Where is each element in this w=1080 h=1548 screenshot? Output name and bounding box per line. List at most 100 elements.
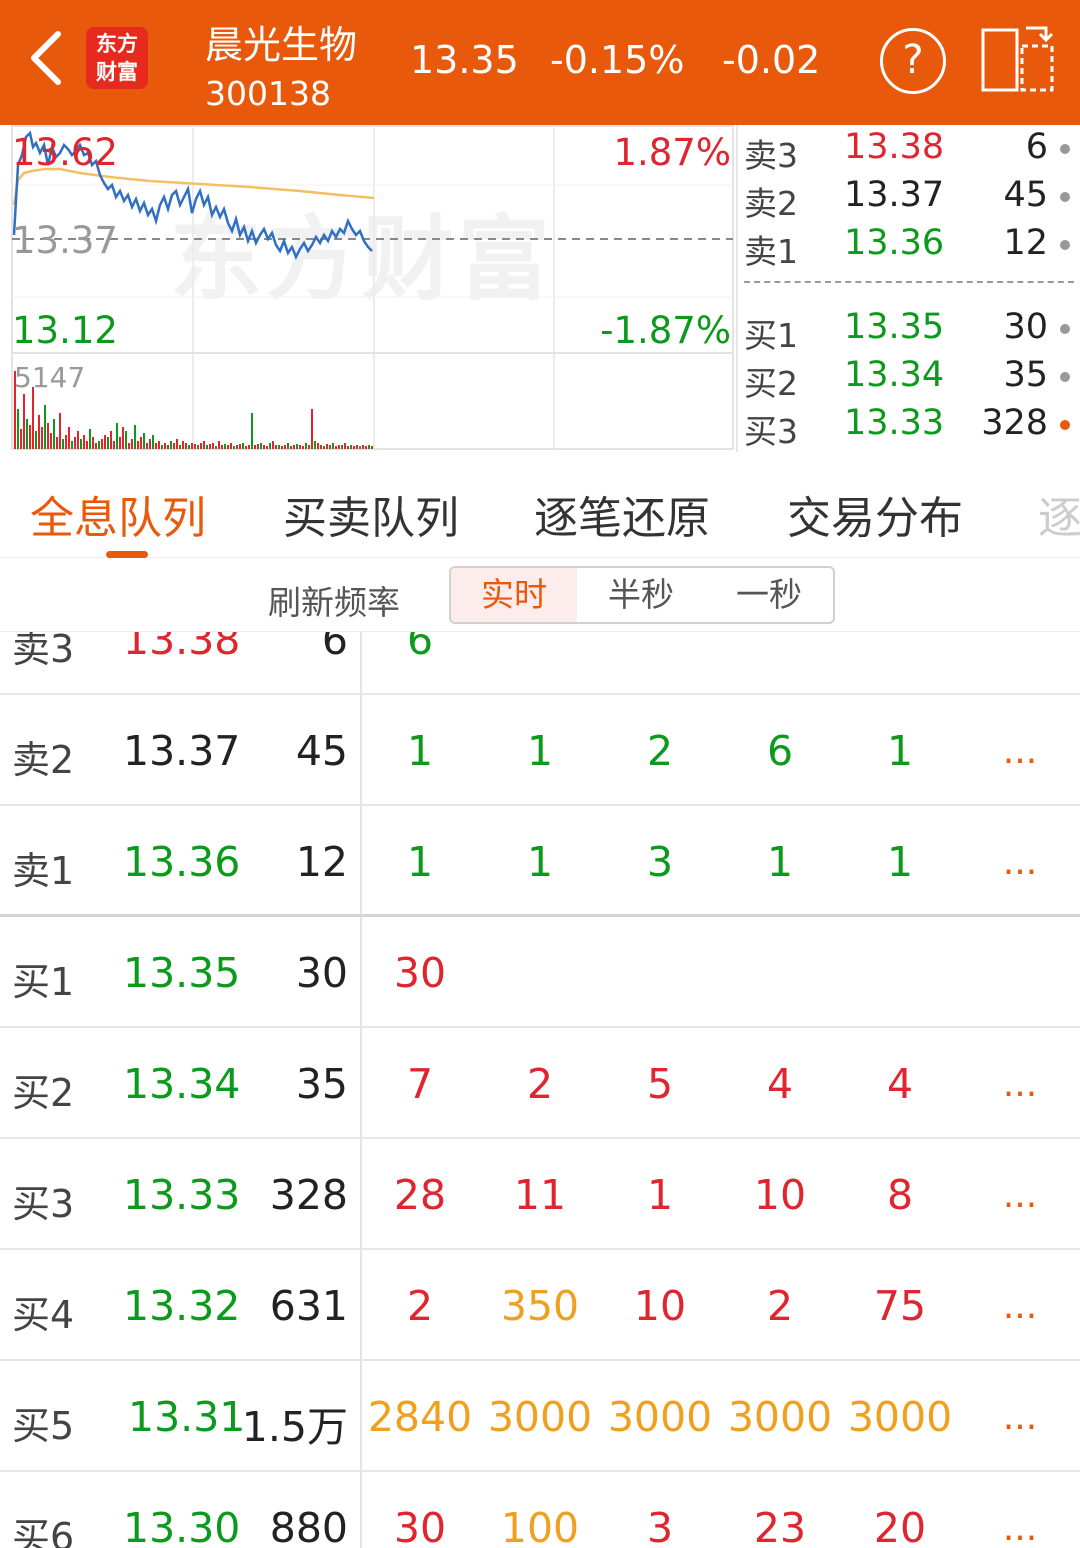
queue-order: 350 bbox=[500, 1282, 580, 1330]
intraday-chart-svg bbox=[11, 125, 734, 450]
volume-bar bbox=[365, 446, 367, 449]
tab-trade-distribution[interactable]: 交易分布 bbox=[787, 482, 963, 546]
volume-bar bbox=[245, 446, 247, 449]
book-volume: 6 bbox=[1025, 127, 1048, 167]
queue-order: 30 bbox=[393, 1504, 447, 1548]
book-price: 13.34 bbox=[844, 355, 945, 395]
volume-bar bbox=[143, 433, 145, 449]
queue-order: 7 bbox=[406, 1060, 434, 1108]
queue-more-icon[interactable]: ... bbox=[990, 1397, 1050, 1438]
queue-more-icon[interactable]: ... bbox=[990, 1286, 1050, 1327]
book-dot-icon bbox=[1060, 372, 1070, 382]
volume-bar bbox=[254, 445, 256, 449]
queue-order: 20 bbox=[873, 1504, 927, 1548]
back-arrow-icon[interactable] bbox=[22, 28, 72, 88]
refresh-realtime-button[interactable]: 实时 bbox=[449, 566, 579, 624]
volume-bar bbox=[116, 423, 118, 449]
volume-bar bbox=[47, 423, 49, 449]
queue-row[interactable]: 卖3 13.38 6 6 bbox=[0, 632, 1080, 695]
book-row-buy[interactable]: 买2 13.34 35 bbox=[738, 353, 1080, 403]
volume-bar bbox=[131, 439, 133, 449]
refresh-half-second-button[interactable]: 半秒 bbox=[577, 566, 707, 624]
prev-close-label: 13.37 bbox=[12, 219, 118, 262]
book-level-label: 卖1 bbox=[744, 232, 798, 271]
tab-bar: 全息队列 买卖队列 逐笔还原 交易分布 逐 bbox=[0, 452, 1080, 558]
queue-order: 1 bbox=[646, 1171, 674, 1219]
book-row-sell[interactable]: 卖3 13.38 6 bbox=[738, 125, 1080, 175]
queue-order: 4 bbox=[886, 1060, 914, 1108]
volume-bar bbox=[341, 445, 343, 449]
queue-more-icon[interactable]: ... bbox=[990, 1064, 1050, 1105]
queue-row[interactable]: 买5 13.31 1.5万 2840 3000 3000 3000 3000... bbox=[0, 1361, 1080, 1472]
volume-bar bbox=[239, 444, 241, 449]
volume-bar bbox=[146, 443, 148, 449]
queue-more-icon[interactable]: ... bbox=[990, 731, 1050, 772]
queue-order: 6 bbox=[406, 632, 434, 664]
queue-row[interactable]: 卖2 13.37 45 1 1 2 6 1... bbox=[0, 695, 1080, 806]
volume-bar bbox=[32, 387, 34, 449]
switch-stock-icon[interactable] bbox=[980, 24, 1056, 94]
queue-total: 631 bbox=[269, 1282, 348, 1330]
tab-full-queue[interactable]: 全息队列 bbox=[30, 482, 206, 546]
queue-row[interactable]: 买6 13.30 880 30 100 3 23 20... bbox=[0, 1472, 1080, 1548]
tab-tick-restore[interactable]: 逐笔还原 bbox=[534, 482, 710, 546]
tab-buy-sell-queue[interactable]: 买卖队列 bbox=[283, 482, 459, 546]
book-row-buy[interactable]: 买3 13.33 328 bbox=[738, 401, 1080, 451]
top-bar: 东方 财富 晨光生物 300138 13.35 -0.15% -0.02 ? bbox=[0, 0, 1080, 125]
volume-bar bbox=[278, 445, 280, 449]
queue-level-label: 卖3 bbox=[12, 632, 75, 671]
book-dot-icon bbox=[1060, 240, 1070, 250]
volume-bar bbox=[215, 446, 217, 449]
help-button[interactable]: ? bbox=[880, 28, 946, 94]
volume-bar bbox=[224, 444, 226, 449]
volume-bar bbox=[134, 425, 136, 449]
low-price-label: 13.12 bbox=[12, 309, 118, 352]
queue-more-icon[interactable]: ... bbox=[990, 1175, 1050, 1216]
volume-bar bbox=[119, 437, 121, 449]
queue-order: 2 bbox=[766, 1282, 794, 1330]
book-row-buy[interactable]: 买1 13.35 30 bbox=[738, 305, 1080, 355]
book-dot-icon bbox=[1060, 144, 1070, 154]
queue-row[interactable]: 卖1 13.36 12 1 1 3 1 1... bbox=[0, 806, 1080, 917]
volume-bar bbox=[248, 445, 250, 449]
stock-name[interactable]: 晨光生物 bbox=[205, 14, 357, 69]
volume-bar bbox=[230, 443, 232, 449]
queue-row[interactable]: 买3 13.33 328 28 11 1 10 8... bbox=[0, 1139, 1080, 1250]
book-divider bbox=[744, 281, 1074, 283]
volume-bar bbox=[197, 445, 199, 449]
queue-row[interactable]: 买4 13.32 631 2 350 10 2 75... bbox=[0, 1250, 1080, 1361]
queue-row[interactable]: 买1 13.35 30 30 bbox=[0, 917, 1080, 1028]
volume-bar bbox=[167, 445, 169, 449]
queue-order: 2 bbox=[526, 1060, 554, 1108]
queue-more-icon[interactable]: ... bbox=[990, 1508, 1050, 1548]
volume-bar bbox=[323, 446, 325, 449]
volume-bar bbox=[302, 446, 304, 449]
refresh-one-second-button[interactable]: 一秒 bbox=[705, 566, 835, 624]
volume-bar bbox=[209, 444, 211, 449]
logo-text-line2: 财富 bbox=[96, 60, 138, 84]
book-volume: 12 bbox=[1003, 223, 1048, 263]
queue-more-icon[interactable]: ... bbox=[990, 842, 1050, 883]
queue-level-label: 买3 bbox=[12, 1182, 75, 1226]
queue-order: 6 bbox=[766, 727, 794, 775]
eastmoney-logo: 东方 财富 bbox=[86, 27, 148, 89]
book-row-sell[interactable]: 卖2 13.37 45 bbox=[738, 173, 1080, 223]
order-queue-table[interactable]: 卖3 13.38 6 6 卖2 13.37 45 1 1 2 6 1... 卖1 13.36 12 1 1 3 1 1… bbox=[0, 632, 1080, 1548]
volume-bar bbox=[113, 441, 115, 449]
volume-bar bbox=[344, 443, 346, 449]
queue-level-label: 买2 bbox=[12, 1071, 75, 1115]
book-row-sell[interactable]: 卖1 13.36 12 bbox=[738, 221, 1080, 271]
volume-bar bbox=[71, 441, 73, 449]
queue-order: 1 bbox=[526, 727, 554, 775]
tab-overflow[interactable]: 逐 bbox=[1038, 482, 1080, 546]
book-volume: 35 bbox=[1003, 355, 1048, 395]
queue-order: 1 bbox=[886, 838, 914, 886]
queue-level-label: 买4 bbox=[12, 1293, 75, 1337]
order-book[interactable]: 卖3 13.38 6 卖2 13.37 45 卖1 13.36 12 买1 13.35 30 买2 13… bbox=[736, 125, 1080, 452]
book-volume: 45 bbox=[1003, 175, 1048, 215]
queue-row[interactable]: 买2 13.34 35 7 2 5 4 4... bbox=[0, 1028, 1080, 1139]
queue-level-label: 买5 bbox=[12, 1404, 75, 1448]
volume-bar bbox=[104, 435, 106, 449]
intraday-chart[interactable]: 东方财富 13.62 1.87% 13.37 13.12 -1.87% 5147 bbox=[0, 125, 735, 452]
active-tab-indicator bbox=[106, 551, 148, 558]
